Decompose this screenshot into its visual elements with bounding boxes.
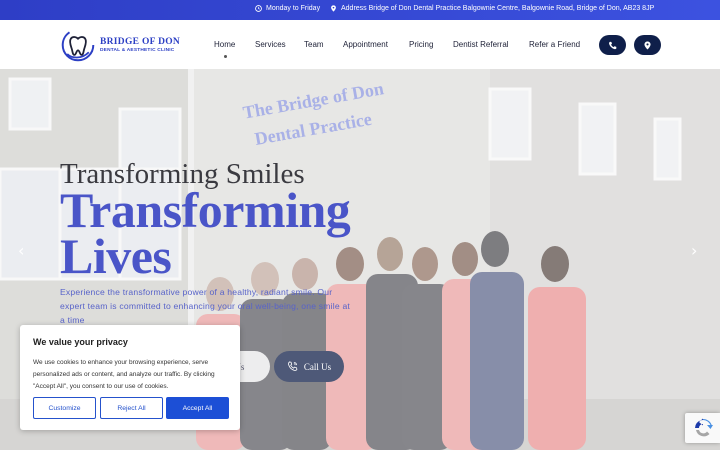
- nav-home[interactable]: Home: [214, 40, 235, 49]
- location-button[interactable]: [634, 35, 661, 55]
- top-info-bar: Monday to Friday Address Bridge of Don D…: [0, 0, 720, 20]
- slider-next-arrow[interactable]: ›: [691, 241, 697, 260]
- hours-info: Monday to Friday: [255, 5, 320, 12]
- cookie-text: We use cookies to enhance your browsing …: [33, 359, 215, 390]
- nav-refer-a-friend[interactable]: Refer a Friend: [529, 40, 580, 49]
- cookie-consent-banner: We value your privacy We use cookies to …: [20, 325, 240, 430]
- hours-text: Monday to Friday: [266, 5, 321, 12]
- nav-appointment[interactable]: Appointment: [343, 40, 388, 49]
- nav-pricing[interactable]: Pricing: [409, 40, 433, 49]
- address-text: Address Bridge of Don Dental Practice Ba…: [341, 5, 655, 12]
- customize-button[interactable]: Customize: [33, 397, 96, 419]
- slider-prev-arrow[interactable]: ‹: [18, 241, 24, 260]
- reject-all-button[interactable]: Reject All: [100, 397, 163, 419]
- logo-title: BRIDGE OF DON: [100, 37, 181, 47]
- accept-all-button[interactable]: Accept All: [166, 397, 229, 419]
- address-info: Address Bridge of Don Dental Practice Ba…: [330, 5, 654, 12]
- cookie-title: We value your privacy: [33, 337, 128, 347]
- nav-dentist-referral[interactable]: Dentist Referral: [453, 40, 509, 49]
- hero-title-line2: Lives: [60, 228, 172, 284]
- recaptcha-icon: [694, 418, 713, 437]
- phone-button[interactable]: [599, 35, 626, 55]
- location-pin-icon: [331, 5, 336, 12]
- active-nav-indicator: [224, 55, 227, 58]
- call-us-button[interactable]: Call Us: [274, 351, 344, 382]
- phone-icon: [609, 41, 617, 49]
- hero-description: Experience the transformative power of a…: [60, 287, 351, 325]
- map-pin-icon: [644, 40, 651, 50]
- recaptcha-badge[interactable]: [685, 413, 720, 443]
- nav-team[interactable]: Team: [304, 40, 324, 49]
- clock-icon: [255, 5, 262, 12]
- logo-subtitle: DENTAL & AESTHETIC CLINIC: [100, 48, 175, 53]
- phone-ring-icon: [287, 361, 298, 371]
- nav-services[interactable]: Services: [255, 40, 286, 49]
- tooth-logo-icon: [61, 28, 95, 62]
- call-us-label: Call Us: [303, 361, 332, 372]
- site-logo[interactable]: BRIDGE OF DON DENTAL & AESTHETIC CLINIC: [60, 26, 185, 64]
